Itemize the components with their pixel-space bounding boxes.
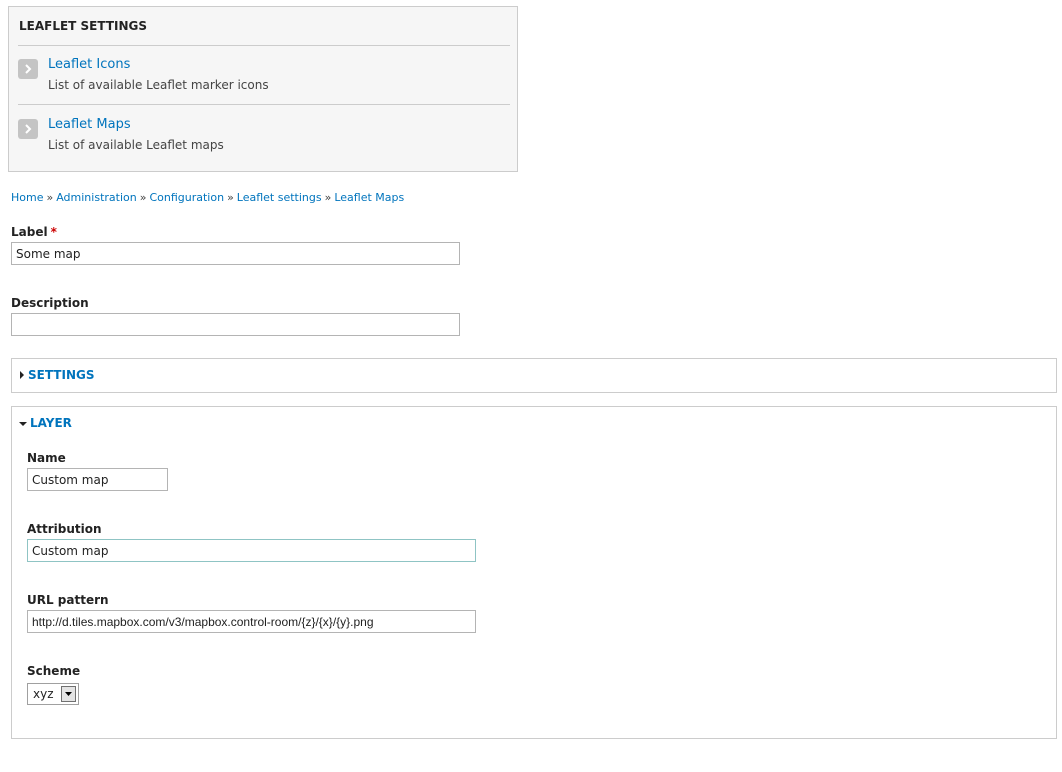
breadcrumb: Home» Administration» Configuration» Leafle… — [11, 191, 404, 204]
chevron-down-icon[interactable] — [61, 686, 76, 702]
attribution-field-label: Attribution — [27, 522, 102, 536]
url-pattern-input[interactable] — [27, 610, 476, 633]
divider — [18, 104, 510, 105]
divider — [18, 45, 510, 46]
description-field-label: Description — [11, 296, 89, 310]
breadcrumb-separator: » — [139, 191, 147, 204]
url-pattern-field-label: URL pattern — [27, 593, 109, 607]
breadcrumb-leaflet-maps[interactable]: Leaflet Maps — [334, 191, 404, 204]
label-field-label: Label * — [11, 225, 57, 239]
attribution-input[interactable] — [27, 539, 476, 562]
leaflet-settings-block: LEAFLET SETTINGS Leaflet Icons List of a… — [8, 6, 518, 172]
breadcrumb-separator: » — [227, 191, 234, 204]
breadcrumb-configuration[interactable]: Configuration — [149, 191, 224, 204]
breadcrumb-leaflet-settings[interactable]: Leaflet settings — [237, 191, 322, 204]
leaflet-maps-description: List of available Leaflet maps — [48, 138, 224, 152]
layer-legend: LAYER — [30, 416, 72, 430]
name-input[interactable] — [27, 468, 168, 491]
leaflet-icons-link[interactable]: Leaflet Icons — [48, 57, 130, 72]
breadcrumb-home[interactable]: Home — [11, 191, 43, 204]
admin-item-leaflet-maps: Leaflet Maps List of available Leaflet m… — [18, 107, 510, 157]
settings-legend: SETTINGS — [28, 368, 95, 382]
label-text: Label — [11, 225, 48, 239]
triangle-down-icon — [19, 416, 27, 430]
label-input[interactable] — [11, 242, 460, 265]
scheme-selected-value: xyz — [33, 687, 54, 701]
layer-toggle[interactable]: LAYER — [19, 416, 72, 430]
settings-toggle[interactable]: SETTINGS — [19, 368, 95, 382]
description-input[interactable] — [11, 313, 460, 336]
scheme-field-label: Scheme — [27, 664, 81, 678]
name-field-label: Name — [27, 451, 66, 465]
breadcrumb-separator: » — [46, 191, 54, 204]
leaflet-icons-description: List of available Leaflet marker icons — [48, 78, 269, 92]
breadcrumb-administration[interactable]: Administration — [56, 191, 137, 204]
leaflet-maps-link[interactable]: Leaflet Maps — [48, 117, 131, 132]
scheme-select[interactable]: xyz — [27, 683, 79, 705]
breadcrumb-separator: » — [324, 191, 332, 204]
settings-fieldset: SETTINGS — [11, 358, 1057, 393]
block-title: LEAFLET SETTINGS — [19, 19, 148, 33]
chevron-right-icon[interactable] — [18, 119, 38, 139]
layer-fieldset: LAYER — [11, 406, 1057, 739]
triangle-right-icon — [19, 368, 25, 382]
admin-item-leaflet-icons: Leaflet Icons List of available Leaflet … — [18, 47, 510, 97]
required-marker: * — [50, 225, 57, 239]
chevron-right-icon[interactable] — [18, 59, 38, 79]
